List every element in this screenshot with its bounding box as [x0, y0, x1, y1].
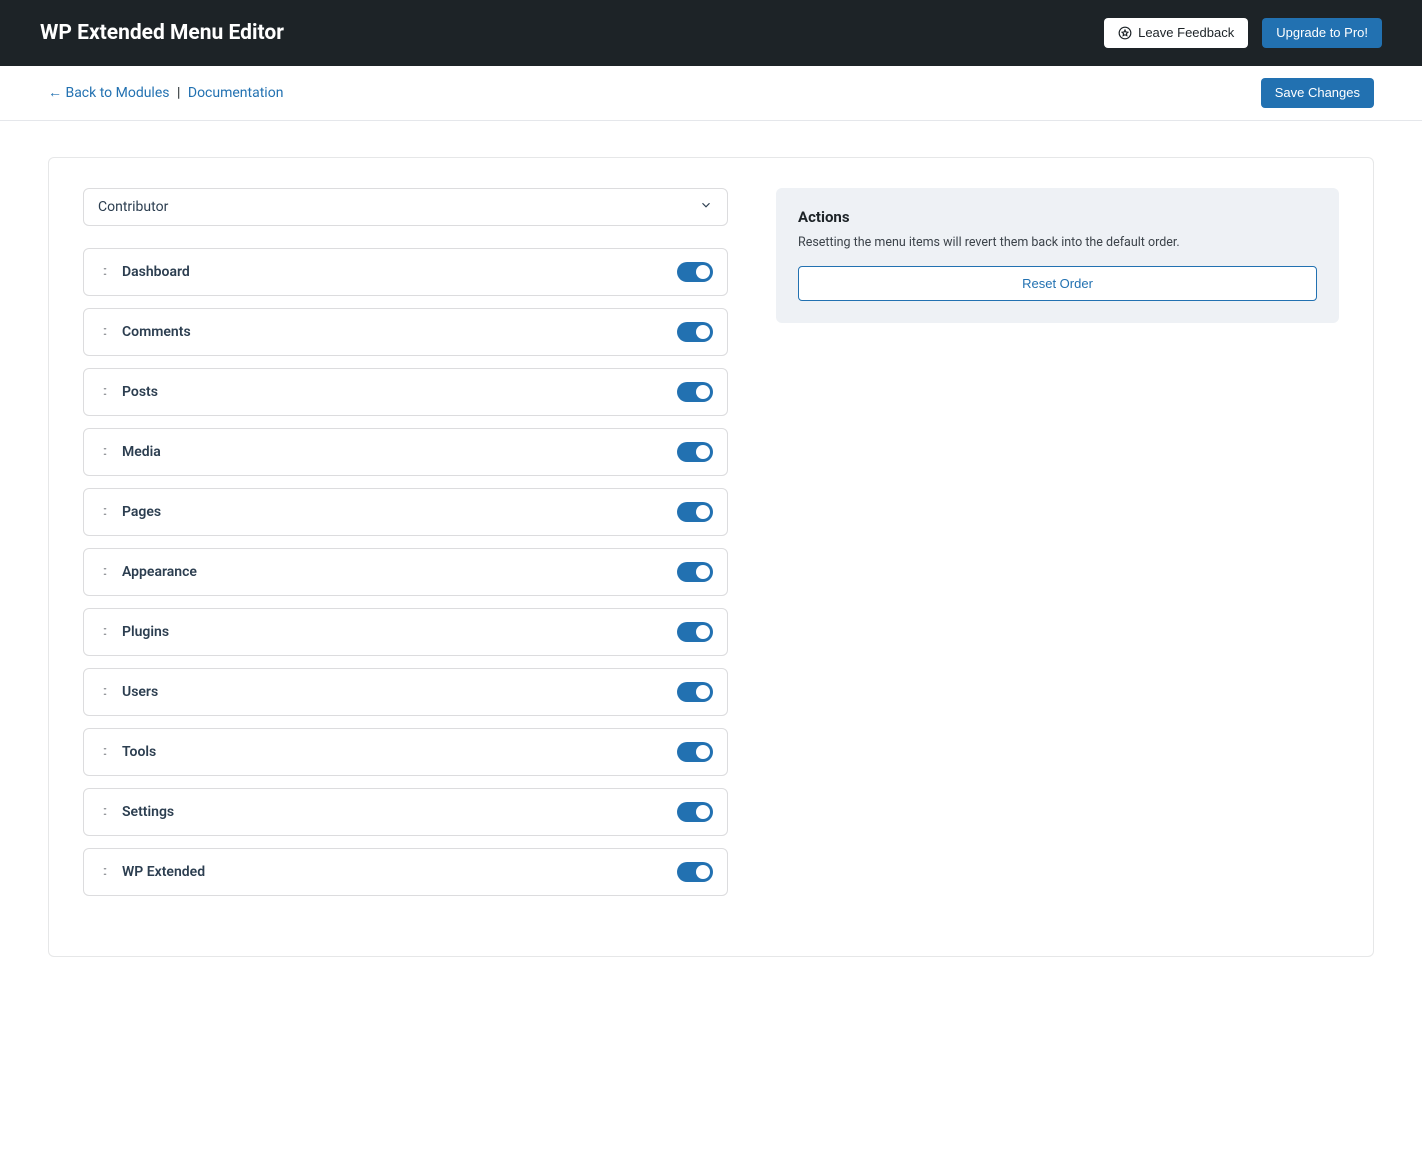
menu-item-toggle[interactable]	[677, 382, 713, 402]
menu-item-label: Plugins	[122, 624, 665, 640]
drag-handle-icon[interactable]: ::	[98, 504, 110, 519]
menu-item[interactable]: ::Tools	[83, 728, 728, 776]
right-column: Actions Resetting the menu items will re…	[776, 188, 1339, 324]
drag-handle-icon[interactable]: ::	[98, 624, 110, 639]
menu-item[interactable]: ::Media	[83, 428, 728, 476]
menu-item-toggle[interactable]	[677, 322, 713, 342]
drag-handle-icon[interactable]: ::	[98, 564, 110, 579]
drag-handle-icon[interactable]: ::	[98, 684, 110, 699]
left-column: Contributor ::Dashboard::Comments::Posts…	[83, 188, 728, 896]
menu-item-label: WP Extended	[122, 864, 665, 880]
menu-item[interactable]: ::Users	[83, 668, 728, 716]
header-buttons: Leave Feedback Upgrade to Pro!	[1104, 18, 1382, 48]
leave-feedback-button[interactable]: Leave Feedback	[1104, 18, 1248, 48]
menu-item[interactable]: ::Plugins	[83, 608, 728, 656]
back-to-modules-link[interactable]: ← Back to Modules	[48, 85, 169, 101]
documentation-link[interactable]: Documentation	[188, 85, 284, 101]
menu-item[interactable]: ::Comments	[83, 308, 728, 356]
menu-item-toggle[interactable]	[677, 442, 713, 462]
upgrade-label: Upgrade to Pro!	[1276, 25, 1368, 41]
menu-item-toggle[interactable]	[677, 862, 713, 882]
drag-handle-icon[interactable]: ::	[98, 804, 110, 819]
actions-panel: Actions Resetting the menu items will re…	[776, 188, 1339, 324]
save-changes-label: Save Changes	[1275, 85, 1360, 101]
drag-handle-icon[interactable]: ::	[98, 444, 110, 459]
menu-item-toggle[interactable]	[677, 622, 713, 642]
feedback-icon	[1118, 26, 1132, 40]
top-bar: WP Extended Menu Editor Leave Feedback U…	[0, 0, 1422, 66]
menu-item-label: Tools	[122, 744, 665, 760]
upgrade-button[interactable]: Upgrade to Pro!	[1262, 18, 1382, 48]
menu-item-toggle[interactable]	[677, 802, 713, 822]
breadcrumb-separator: |	[177, 85, 180, 101]
leave-feedback-label: Leave Feedback	[1138, 25, 1234, 41]
menu-item-label: Pages	[122, 504, 665, 520]
menu-item-toggle[interactable]	[677, 502, 713, 522]
actions-title: Actions	[798, 208, 1317, 226]
reset-order-label: Reset Order	[1022, 276, 1093, 292]
drag-handle-icon[interactable]: ::	[98, 744, 110, 759]
menu-item[interactable]: ::Pages	[83, 488, 728, 536]
drag-handle-icon[interactable]: ::	[98, 864, 110, 879]
drag-handle-icon[interactable]: ::	[98, 384, 110, 399]
main-panel: Contributor ::Dashboard::Comments::Posts…	[48, 157, 1374, 957]
breadcrumb: ← Back to Modules | Documentation	[48, 84, 283, 101]
menu-item-label: Users	[122, 684, 665, 700]
menu-item-toggle[interactable]	[677, 742, 713, 762]
menu-item-label: Posts	[122, 384, 665, 400]
sub-bar: ← Back to Modules | Documentation Save C…	[0, 66, 1422, 121]
menu-item-label: Settings	[122, 804, 665, 820]
drag-handle-icon[interactable]: ::	[98, 264, 110, 279]
menu-item[interactable]: ::WP Extended	[83, 848, 728, 896]
role-select[interactable]: Contributor	[83, 188, 728, 226]
menu-item[interactable]: ::Appearance	[83, 548, 728, 596]
menu-item-label: Media	[122, 444, 665, 460]
menu-item-label: Dashboard	[122, 264, 665, 280]
menu-item-label: Appearance	[122, 564, 665, 580]
content-wrap: Contributor ::Dashboard::Comments::Posts…	[0, 121, 1422, 1005]
reset-order-button[interactable]: Reset Order	[798, 266, 1317, 302]
save-changes-button[interactable]: Save Changes	[1261, 78, 1374, 108]
menu-item-toggle[interactable]	[677, 682, 713, 702]
menu-item-toggle[interactable]	[677, 562, 713, 582]
drag-handle-icon[interactable]: ::	[98, 324, 110, 339]
menu-item-label: Comments	[122, 324, 665, 340]
menu-item[interactable]: ::Posts	[83, 368, 728, 416]
menu-item-toggle[interactable]	[677, 262, 713, 282]
chevron-down-icon	[699, 198, 713, 216]
role-select-label: Contributor	[98, 199, 168, 215]
menu-item[interactable]: ::Settings	[83, 788, 728, 836]
menu-list: ::Dashboard::Comments::Posts::Media::Pag…	[83, 248, 728, 896]
actions-description: Resetting the menu items will revert the…	[798, 234, 1317, 252]
page-title: WP Extended Menu Editor	[40, 21, 284, 45]
menu-item[interactable]: ::Dashboard	[83, 248, 728, 296]
